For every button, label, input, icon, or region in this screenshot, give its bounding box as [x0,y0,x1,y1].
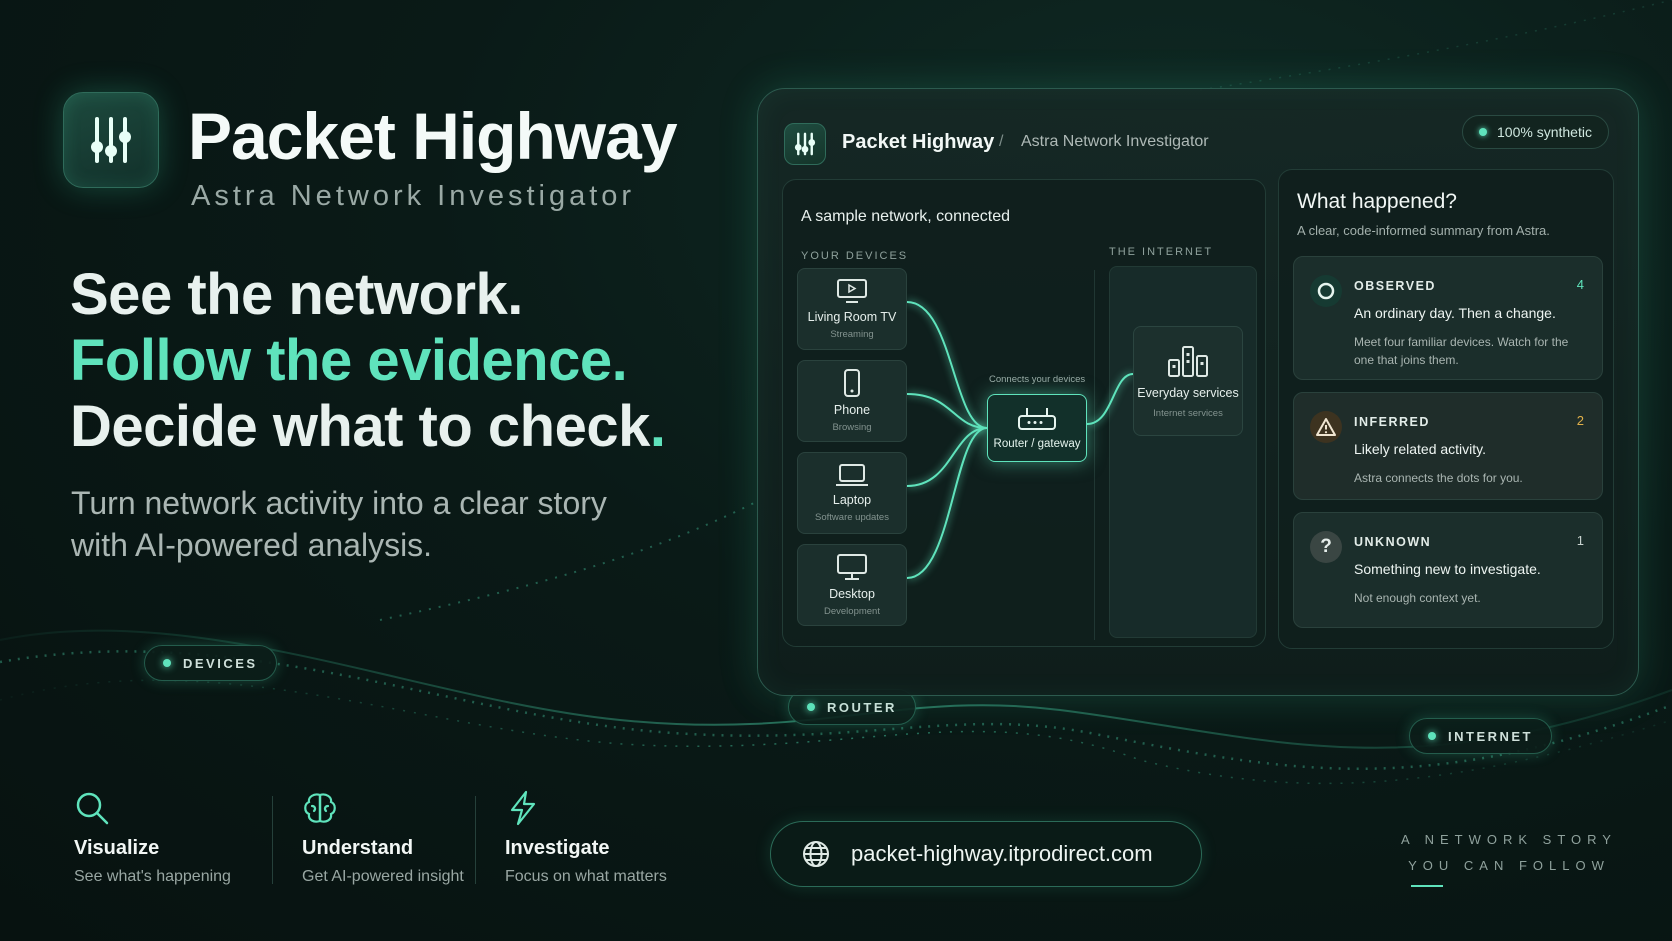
router-node[interactable]: Router / gateway [987,394,1087,462]
breadcrumb-separator: / [999,133,1004,150]
synthetic-badge: 100% synthetic [1462,115,1609,149]
network-panel: A sample network, connected YOUR DEVICES… [782,179,1266,647]
tagline: Turn network activity into a clear story… [71,485,607,563]
search-icon [76,792,109,825]
device-card-tv[interactable]: Living Room TV Streaming [797,268,907,350]
sliders-icon [91,117,131,163]
pill-devices: DEVICES [144,645,277,681]
story-tagline: A NETWORK STORY YOU CAN FOLLOW [1401,832,1617,873]
headline-line-1: See the network. [70,262,523,327]
device-card-laptop[interactable]: Laptop Software updates [797,452,907,534]
summary-subtitle: A clear, code-informed summary from Astr… [1297,223,1550,238]
globe-icon [803,841,829,867]
window-logo [784,123,826,165]
pill-internet: INTERNET [1409,718,1552,754]
laptop-icon [836,464,868,486]
services-node[interactable]: Everyday services Internet services [1133,326,1243,436]
device-card-desktop[interactable]: Desktop Development [797,544,907,626]
brain-icon [304,793,336,823]
feature-investigate: Investigate Focus on what matters [505,790,667,886]
sliders-icon [794,132,816,156]
desktop-icon [837,554,867,580]
evidence-card-observed[interactable]: OBSERVED 4 An ordinary day. Then a chang… [1293,256,1603,380]
breadcrumb: Astra Network Investigator [1021,133,1209,150]
accent-underline [1411,885,1443,887]
phone-icon [844,369,860,397]
question-icon: ? [1320,536,1332,557]
lightning-icon [510,790,536,826]
brand-subtitle: Astra Network Investigator [191,180,636,212]
router-icon [1018,408,1056,430]
evidence-card-inferred[interactable]: INFERRED 2 Likely related activity. Astr… [1293,392,1603,500]
headline-line-2: Follow the evidence. [70,328,628,393]
window-title: Packet Highway [842,131,995,153]
headline-line-3: Decide what to check. [70,394,666,459]
buildings-icon [1168,345,1208,377]
headline: See the network. Follow the evidence. De… [70,262,666,460]
summary-title: What happened? [1297,190,1457,213]
warning-icon [1316,418,1336,436]
router-caption: Connects your devices [989,374,1086,385]
website-link[interactable]: packet-highway.itprodirect.com [770,821,1202,887]
brand-title: Packet Highway [188,99,678,173]
evidence-card-unknown[interactable]: ? UNKNOWN 1 Something new to investigate… [1293,512,1603,628]
feature-understand: Understand Get AI-powered insight [302,790,464,886]
website-url: packet-highway.itprodirect.com [851,841,1153,866]
app-window: Packet Highway / Astra Network Investiga… [757,88,1639,696]
feature-visualize: Visualize See what's happening [74,790,231,886]
feature-divider [475,796,476,884]
device-card-phone[interactable]: Phone Browsing [797,360,907,442]
circle-icon [1317,282,1335,300]
summary-panel: What happened? A clear, code-informed su… [1278,169,1614,649]
app-logo [63,92,159,188]
feature-divider [272,796,273,884]
tv-icon [837,279,867,303]
